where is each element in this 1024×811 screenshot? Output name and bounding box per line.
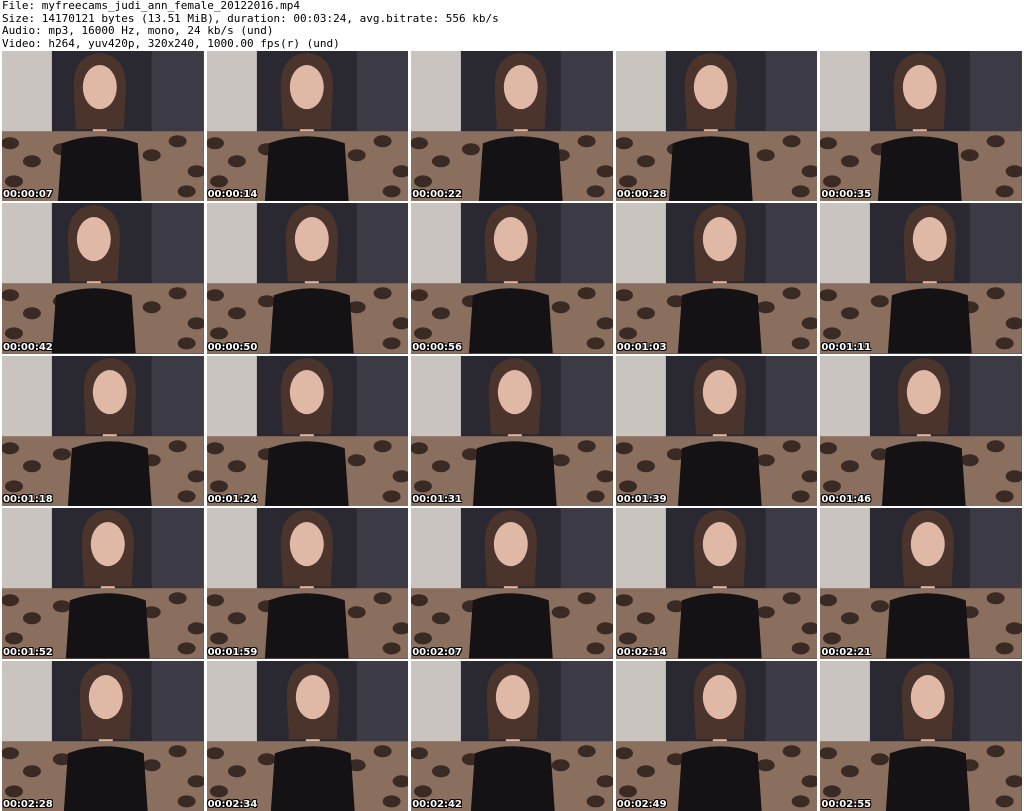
- timestamp-label: 00:02:28: [3, 798, 53, 810]
- video-frame-image: [411, 355, 613, 507]
- video-frame-image: [411, 508, 613, 659]
- video-frame-image: [820, 355, 1022, 507]
- video-thumbnail: 00:00:14: [206, 51, 409, 202]
- video-frame-image: [206, 203, 409, 354]
- timestamp-label: 00:02:21: [821, 646, 872, 658]
- video-thumbnail: 00:01:03: [615, 203, 818, 354]
- video-frame-image: [206, 660, 409, 811]
- video-frame-image: [206, 508, 409, 659]
- video-thumbnail: 00:02:55: [820, 660, 1022, 811]
- video-frame-image: [820, 203, 1022, 354]
- video-thumbnail: 00:00:42: [2, 203, 204, 354]
- video-frame-image: [615, 203, 818, 354]
- timestamp-label: 00:00:28: [616, 189, 667, 201]
- video-frame-image: [615, 51, 818, 202]
- video-thumbnail: 00:00:22: [411, 51, 613, 202]
- video-thumbnail: 00:01:18: [2, 355, 204, 507]
- video-frame-image: [820, 660, 1022, 811]
- video-thumbnail: 00:00:35: [820, 51, 1022, 202]
- video-frame-image: [820, 51, 1022, 202]
- timestamp-label: 00:01:24: [207, 494, 258, 506]
- video-frame-image: [206, 51, 409, 202]
- video-frame-image: [2, 51, 204, 202]
- timestamp-label: 00:01:18: [3, 494, 53, 506]
- video-thumbnail: 00:02:14: [615, 508, 818, 659]
- video-thumbnail: 00:01:11: [820, 203, 1022, 354]
- video-thumbnail: 00:00:50: [206, 203, 409, 354]
- timestamp-label: 00:01:03: [616, 341, 667, 353]
- video-frame-image: [2, 508, 204, 659]
- video-thumbnail: 00:02:42: [411, 660, 613, 811]
- video-thumbnail: 00:02:34: [206, 660, 409, 811]
- video-thumbnail: 00:01:46: [820, 355, 1022, 507]
- video-thumbnail: 00:02:07: [411, 508, 613, 659]
- video-frame-image: [411, 660, 613, 811]
- video-frame-image: [615, 508, 818, 659]
- video-thumbnail: 00:01:59: [206, 508, 409, 659]
- video-thumbnail: 00:01:52: [2, 508, 204, 659]
- timestamp-label: 00:02:34: [207, 798, 258, 810]
- video-frame-image: [411, 51, 613, 202]
- timestamp-label: 00:02:49: [616, 798, 667, 810]
- timestamp-label: 00:02:07: [412, 646, 462, 658]
- video-thumbnail: 00:01:24: [206, 355, 409, 507]
- file-info-header: File: myfreecams_judi_ann_female_2012201…: [2, 0, 1022, 50]
- video-thumbnail: 00:01:39: [615, 355, 818, 507]
- thumbnail-grid: 00:00:07 00:00:14 00:00:22 00:00:28 00:0…: [2, 51, 1022, 811]
- timestamp-label: 00:02:42: [412, 798, 462, 810]
- timestamp-label: 00:01:59: [207, 646, 258, 658]
- video-frame-image: [411, 203, 613, 354]
- video-frame-image: [2, 660, 204, 811]
- timestamp-label: 00:00:14: [207, 189, 258, 201]
- timestamp-label: 00:00:56: [412, 341, 462, 353]
- video-frame-image: [2, 355, 204, 507]
- timestamp-label: 00:00:07: [3, 189, 53, 201]
- video-thumbnail: 00:02:28: [2, 660, 204, 811]
- audio-info-line: Audio: mp3, 16000 Hz, mono, 24 kb/s (und…: [2, 24, 274, 37]
- timestamp-label: 00:00:35: [821, 189, 872, 201]
- timestamp-label: 00:02:14: [616, 646, 667, 658]
- video-frame-image: [615, 660, 818, 811]
- file-name-line: File: myfreecams_judi_ann_female_2012201…: [2, 0, 301, 12]
- video-thumbnail: 00:00:28: [615, 51, 818, 202]
- video-thumbnail: 00:01:31: [411, 355, 613, 507]
- timestamp-label: 00:01:31: [412, 494, 462, 506]
- video-thumbnail: 00:00:07: [2, 51, 204, 202]
- video-thumbnail: 00:02:49: [615, 660, 818, 811]
- timestamp-label: 00:01:39: [616, 494, 667, 506]
- timestamp-label: 00:00:42: [3, 341, 53, 353]
- timestamp-label: 00:00:50: [207, 341, 258, 353]
- timestamp-label: 00:00:22: [412, 189, 462, 201]
- video-thumbnail: 00:00:56: [411, 203, 613, 354]
- video-thumbnail: 00:02:21: [820, 508, 1022, 659]
- timestamp-label: 00:02:55: [821, 798, 872, 810]
- video-frame-image: [206, 355, 409, 507]
- video-frame-image: [2, 203, 204, 354]
- timestamp-label: 00:01:11: [821, 341, 872, 353]
- timestamp-label: 00:01:46: [821, 494, 872, 506]
- video-frame-image: [615, 355, 818, 507]
- video-frame-image: [820, 508, 1022, 659]
- timestamp-label: 00:01:52: [3, 646, 53, 658]
- video-info-line: Video: h264, yuv420p, 320x240, 1000.00 f…: [2, 36, 340, 50]
